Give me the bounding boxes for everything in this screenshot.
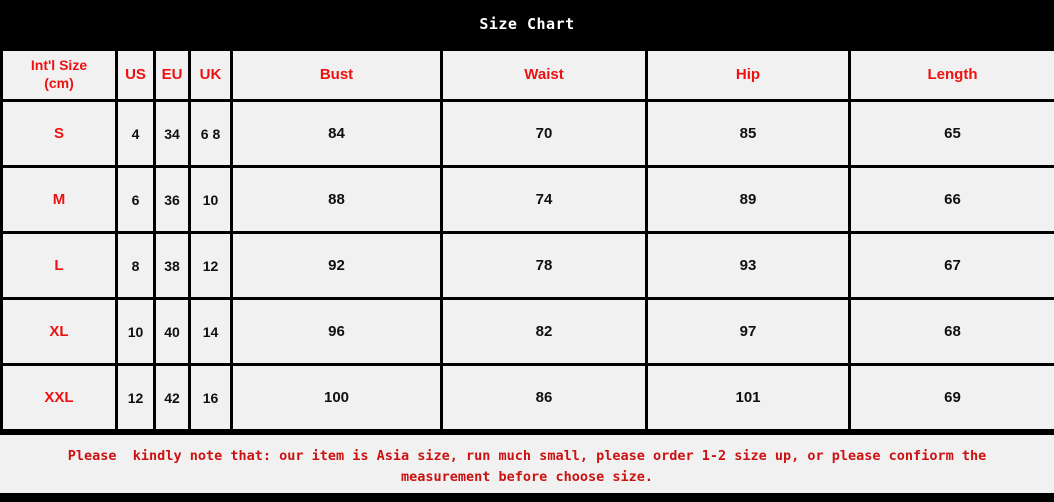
cell-eu: 40 — [153, 297, 191, 366]
table-row: S 4 34 6 8 84 70 85 65 — [0, 99, 1054, 168]
cell-eu: 36 — [153, 165, 191, 234]
cell-waist: 70 — [440, 99, 648, 168]
size-note-text: Please kindly note that: our item is Asi… — [67, 448, 987, 485]
table-row: L 8 38 12 92 78 93 67 — [0, 231, 1054, 300]
cell-length: 68 — [848, 297, 1054, 366]
cell-length: 66 — [848, 165, 1054, 234]
column-header-uk: UK — [188, 48, 233, 102]
cell-us: 8 — [115, 231, 156, 300]
cell-uk: 14 — [188, 297, 233, 366]
cell-hip: 85 — [645, 99, 851, 168]
cell-bust: 92 — [230, 231, 443, 300]
cell-hip: 93 — [645, 231, 851, 300]
column-header-us: US — [115, 48, 156, 102]
cell-waist: 86 — [440, 363, 648, 432]
cell-hip: 89 — [645, 165, 851, 234]
cell-bust: 96 — [230, 297, 443, 366]
cell-hip: 97 — [645, 297, 851, 366]
cell-bust: 84 — [230, 99, 443, 168]
cell-intl-size: XXL — [0, 363, 118, 432]
table-row: XXL 12 42 16 100 86 101 69 — [0, 363, 1054, 432]
cell-uk: 6 8 — [188, 99, 233, 168]
cell-length: 69 — [848, 363, 1054, 432]
cell-intl-size: S — [0, 99, 118, 168]
cell-intl-size: XL — [0, 297, 118, 366]
cell-waist: 74 — [440, 165, 648, 234]
cell-eu: 38 — [153, 231, 191, 300]
size-chart-table: Int'l Size (cm) US EU UK Bust Waist Hip … — [0, 48, 1054, 432]
cell-uk: 12 — [188, 231, 233, 300]
column-header-intl-size-line2: (cm) — [44, 75, 74, 91]
cell-hip: 101 — [645, 363, 851, 432]
column-header-intl-size-line1: Int'l Size — [30, 57, 88, 74]
cell-waist: 78 — [440, 231, 648, 300]
column-header-bust: Bust — [230, 48, 443, 102]
cell-intl-size: M — [0, 165, 118, 234]
cell-length: 67 — [848, 231, 1054, 300]
table-row: XL 10 40 14 96 82 97 68 — [0, 297, 1054, 366]
cell-length: 65 — [848, 99, 1054, 168]
cell-waist: 82 — [440, 297, 648, 366]
column-header-length: Length — [848, 48, 1054, 102]
cell-eu: 34 — [153, 99, 191, 168]
column-header-waist: Waist — [440, 48, 648, 102]
table-body: S 4 34 6 8 84 70 85 65 M 6 36 10 88 74 8… — [0, 99, 1054, 432]
column-header-hip: Hip — [645, 48, 851, 102]
cell-uk: 16 — [188, 363, 233, 432]
chart-title-band: Size Chart — [0, 0, 1054, 48]
table-header: Int'l Size (cm) US EU UK Bust Waist Hip … — [0, 48, 1054, 102]
cell-eu: 42 — [153, 363, 191, 432]
cell-bust: 88 — [230, 165, 443, 234]
cell-us: 10 — [115, 297, 156, 366]
cell-intl-size: L — [0, 231, 118, 300]
column-header-intl-size: Int'l Size (cm) — [0, 48, 118, 102]
cell-us: 6 — [115, 165, 156, 234]
size-note-band: Please kindly note that: our item is Asi… — [0, 432, 1054, 494]
size-chart-page: Size Chart Int'l Size (cm) US EU UK Bust… — [0, 0, 1054, 502]
column-header-eu: EU — [153, 48, 191, 102]
table-header-row: Int'l Size (cm) US EU UK Bust Waist Hip … — [0, 48, 1054, 102]
cell-uk: 10 — [188, 165, 233, 234]
cell-us: 12 — [115, 363, 156, 432]
cell-us: 4 — [115, 99, 156, 168]
cell-bust: 100 — [230, 363, 443, 432]
table-row: M 6 36 10 88 74 89 66 — [0, 165, 1054, 234]
page-title: Size Chart — [479, 15, 575, 33]
